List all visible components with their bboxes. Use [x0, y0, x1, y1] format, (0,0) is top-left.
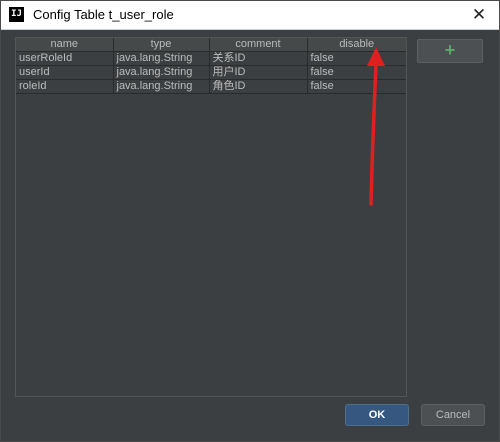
cell-disable[interactable]: false: [307, 79, 406, 94]
cell-type[interactable]: java.lang.String: [113, 51, 210, 66]
ok-button[interactable]: OK: [345, 404, 409, 426]
close-button[interactable]: ✕: [467, 4, 491, 26]
table-row[interactable]: userRoleId java.lang.String 关系ID false: [16, 51, 406, 66]
column-header-name[interactable]: name: [16, 38, 114, 52]
title-bar: IJ Config Table t_user_role ✕: [1, 1, 499, 30]
cancel-button[interactable]: Cancel: [421, 404, 485, 426]
column-header-comment[interactable]: comment: [209, 38, 308, 52]
cell-comment[interactable]: 用户ID: [209, 65, 308, 80]
cell-comment[interactable]: 角色ID: [209, 79, 308, 94]
column-header-type[interactable]: type: [113, 38, 210, 52]
columns-table-panel: name type comment disable userRoleId jav…: [15, 37, 407, 397]
cell-name[interactable]: userId: [16, 65, 114, 80]
cell-name[interactable]: roleId: [16, 79, 114, 94]
cell-type[interactable]: java.lang.String: [113, 65, 210, 80]
table-row[interactable]: userId java.lang.String 用户ID false: [16, 65, 406, 80]
dialog-title: Config Table t_user_role: [33, 7, 174, 22]
table-header-row: name type comment disable: [16, 38, 406, 52]
cell-disable[interactable]: false: [307, 65, 406, 80]
config-table-dialog: IJ Config Table t_user_role ✕ name type …: [0, 0, 500, 442]
cell-type[interactable]: java.lang.String: [113, 79, 210, 94]
cell-comment[interactable]: 关系ID: [209, 51, 308, 66]
cell-name[interactable]: userRoleId: [16, 51, 114, 66]
column-header-disable[interactable]: disable: [307, 38, 406, 52]
plus-icon: +: [444, 40, 456, 60]
columns-table: name type comment disable userRoleId jav…: [16, 38, 406, 94]
close-icon: ✕: [471, 5, 487, 24]
cell-disable[interactable]: false: [307, 51, 406, 66]
intellij-icon: IJ: [9, 7, 24, 22]
table-row[interactable]: roleId java.lang.String 角色ID false: [16, 79, 406, 94]
add-column-button[interactable]: +: [417, 39, 483, 63]
